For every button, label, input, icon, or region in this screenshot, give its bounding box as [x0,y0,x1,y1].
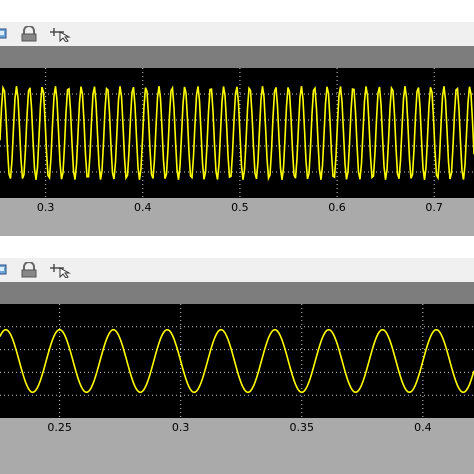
x-axis-band: 0.3 0.4 0.5 0.6 0.7 [0,198,474,236]
x-tick-label: 0.6 [328,201,346,214]
signal-trace [0,328,474,394]
x-tick-label: 0.3 [171,421,190,434]
x-tick-label: 0.7 [425,201,443,214]
x-tick-label: 0.25 [47,421,72,434]
cursor-icon[interactable] [48,262,72,279]
scope-plot-svg [0,68,474,198]
scope-window-1: 0.3 0.4 0.5 0.6 0.7 [0,0,474,236]
print-icon[interactable] [0,262,8,278]
x-tick-label: 0.4 [414,421,432,434]
lock-icon[interactable] [20,25,38,42]
scope-toolbar [0,258,474,282]
scope-plot-area [0,304,474,418]
scope-toolbar [0,22,474,46]
signal-trace [0,84,474,182]
print-icon[interactable] [0,26,8,42]
scope-plot-area [0,68,474,198]
x-tick-label: 0.5 [231,201,249,214]
scope-window-2: 0.25 0.3 0.35 0.4 [0,236,474,474]
scope-plot-svg [0,304,474,418]
scope-frame [0,282,474,304]
lock-icon[interactable] [20,261,38,278]
scope-frame [0,46,474,68]
x-axis-band: 0.25 0.3 0.35 0.4 [0,418,474,474]
x-tick-label: 0.3 [36,201,55,214]
x-tick-label: 0.4 [134,201,152,214]
cursor-icon[interactable] [48,26,72,43]
x-tick-label: 0.35 [289,421,315,434]
